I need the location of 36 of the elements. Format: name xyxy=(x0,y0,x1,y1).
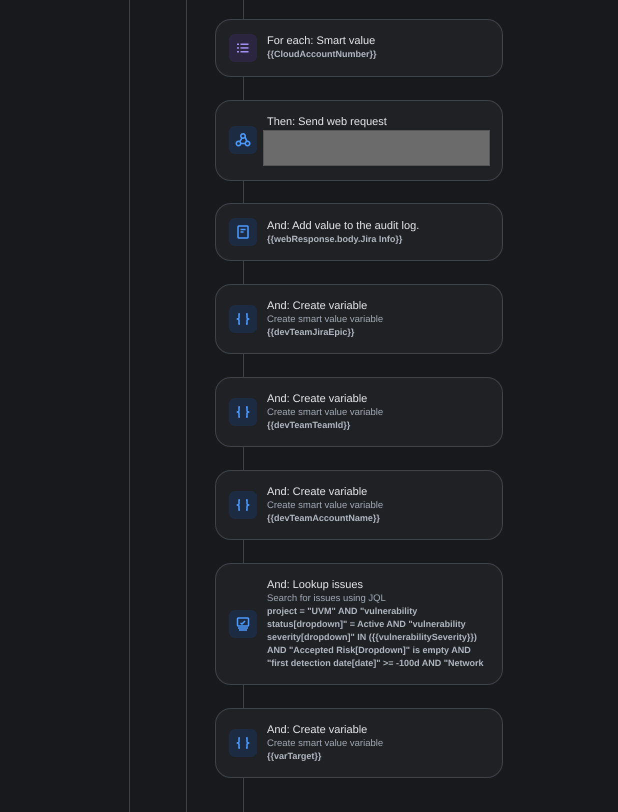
step-description: Search for issues using JQL xyxy=(267,592,387,606)
step-card[interactable]: And: Create variable Create smart value variable {{devTeamTeamId}} xyxy=(215,377,503,448)
step-card[interactable]: For each: Smart value {{CloudAccountNumber}} xyxy=(215,18,503,77)
step-title: For each: Smart value xyxy=(267,34,376,48)
step-description: Create smart value variable xyxy=(267,313,384,326)
step-value: {{varTarget}} xyxy=(267,750,322,764)
step-description: Create smart value variable xyxy=(267,737,384,750)
braces-icon xyxy=(229,305,257,334)
step-card[interactable]: And: Create variable Create smart value variable {{devTeamJiraEpic}} xyxy=(215,284,503,354)
step-title: And: Create variable xyxy=(267,723,368,738)
step-title: And: Lookup issues xyxy=(267,578,364,592)
braces-icon xyxy=(229,729,257,758)
step-value: {{devTeamAccountName}} xyxy=(267,512,381,526)
webhook-icon xyxy=(229,126,257,154)
step-value: {{webResponse.body.Jira Info}} xyxy=(267,232,404,246)
step-card[interactable]: And: Create variable Create smart value variable {{varTarget}} xyxy=(215,708,503,778)
step-value: {{devTeamTeamId}} xyxy=(267,419,352,432)
step-card[interactable]: And: Create variable Create smart value variable {{devTeamAccountName}} xyxy=(215,470,503,540)
step-description: Create smart value variable xyxy=(267,499,384,512)
step-card[interactable]: Then: Send web request xyxy=(215,100,503,181)
braces-icon xyxy=(229,491,257,520)
braces-icon xyxy=(229,398,257,426)
step-card[interactable] xyxy=(215,563,503,686)
list-icon xyxy=(229,34,257,62)
step-title: And: Add value to the audit log. xyxy=(267,218,420,233)
step-description: Create smart value variable xyxy=(267,406,384,420)
step-value: {{devTeamJiraEpic}} xyxy=(267,326,356,340)
document-icon xyxy=(229,218,257,246)
step-value: project = "UVM" AND "vulnerability status[dropdown]" = Active AND "vulnerability severity[dropdown]" IN ({{vulnerabilitySeverity}}) AND "Accepted Risk[Dropdown]" is empty AND "first detection date[date]" >= -100d AND "Network xyxy=(267,605,485,670)
monitor-icon xyxy=(229,610,257,638)
step-title: And: Create variable xyxy=(267,392,368,406)
step-title: And: Create variable xyxy=(267,485,368,500)
step-value: {{CloudAccountNumber}} xyxy=(267,48,378,62)
step-title: And: Create variable xyxy=(267,299,368,314)
step-title: Then: Send web request xyxy=(267,114,388,129)
step-card[interactable]: And: Add value to the audit log. {{webResponse.body.Jira Info}} xyxy=(215,203,503,262)
